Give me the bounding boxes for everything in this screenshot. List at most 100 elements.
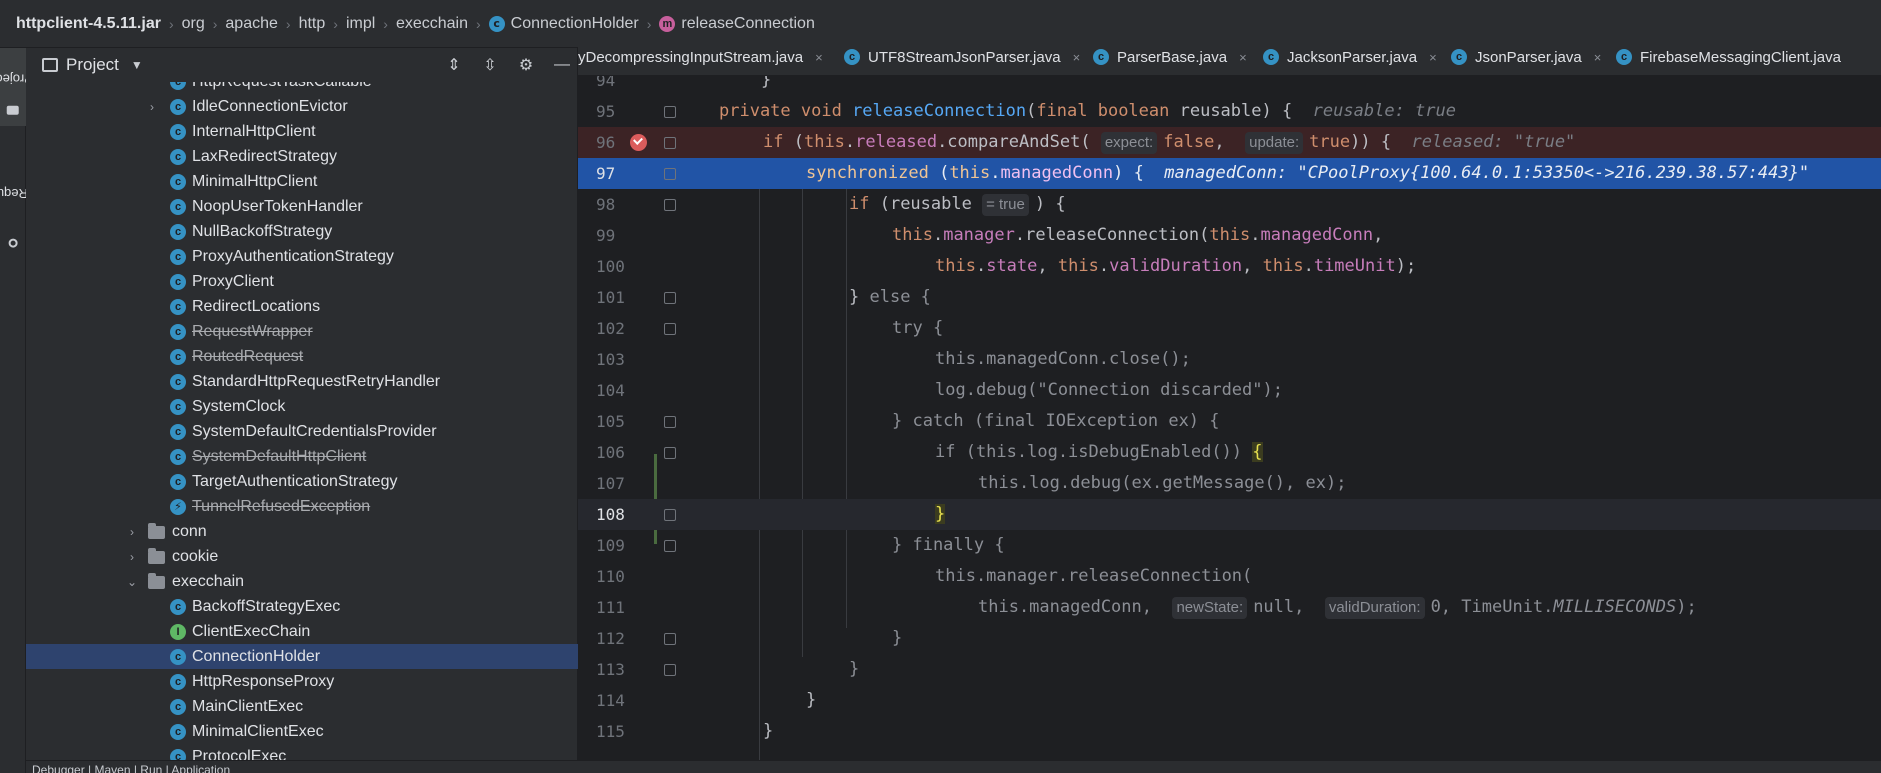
line-number: 99 (596, 226, 616, 245)
code-text: private void releaseConnection(final boo… (719, 101, 1456, 121)
code-line: 98 if (reusable = true) { (578, 189, 1881, 220)
breadcrumb-item-impl[interactable]: impl (346, 15, 375, 33)
close-icon[interactable]: × (1429, 50, 1437, 65)
chevron-down-icon[interactable]: ▼ (131, 58, 143, 72)
editor-tab[interactable]: c JacksonParser.java × (1263, 38, 1437, 75)
tree-class-row[interactable]: c LaxRedirectStrategy (26, 144, 578, 169)
collapse-all-icon[interactable]: ⇳ (481, 56, 499, 74)
tree-class-row[interactable]: c StandardHttpRequestRetryHandler (26, 369, 578, 394)
code-editor[interactable]: 94 } 95 private void releaseConnection(f… (578, 76, 1881, 760)
breadcrumb-item-org[interactable]: org (182, 15, 205, 33)
line-number: 105 (596, 412, 625, 431)
class-icon: c (170, 223, 186, 240)
tree-class-row[interactable]: c SystemDefaultHttpClient (26, 444, 578, 469)
tree-class-row[interactable]: c TargetAuthenticationStrategy (26, 469, 578, 494)
breadcrumb-item-class[interactable]: c ConnectionHolder (488, 15, 639, 33)
tree-folder-row[interactable]: › cookie (26, 544, 578, 569)
fold-marker-icon[interactable] (664, 416, 676, 428)
fold-marker-icon[interactable] (664, 509, 676, 521)
editor-tab[interactable]: c JsonParser.java × (1451, 38, 1602, 75)
project-panel-title[interactable]: Project (66, 55, 119, 75)
close-icon[interactable]: × (1239, 50, 1247, 65)
tree-class-row[interactable]: › c IdleConnectionEvictor (26, 94, 578, 119)
tree-class-row[interactable]: I ClientExecChain (26, 619, 578, 644)
tree-class-row[interactable]: c SystemClock (26, 394, 578, 419)
class-icon: c (1093, 49, 1109, 65)
minimize-icon[interactable]: — (553, 56, 571, 74)
tree-class-row[interactable]: c BackoffStrategyExec (26, 594, 578, 619)
debug-hint-reusable: reusable: true (1312, 101, 1456, 121)
gear-icon[interactable]: ⚙ (517, 56, 535, 74)
line-number: 111 (596, 598, 625, 617)
tree-class-row[interactable]: ⚡ TunnelRefusedException (26, 494, 578, 519)
breadcrumb-item-apache[interactable]: apache (225, 15, 278, 33)
code-line: 104 log.debug("Connection discarded"); (578, 375, 1881, 406)
code-line: 101 } else { (578, 282, 1881, 313)
breadcrumb-item-jar[interactable]: httpclient-4.5.11.jar (16, 15, 161, 33)
fold-marker-icon[interactable] (664, 168, 676, 180)
chevron-down-icon[interactable]: ⌄ (126, 575, 138, 589)
code-line: 99 this.manager.releaseConnection(this.m… (578, 220, 1881, 251)
breadcrumb-item-method[interactable]: m releaseConnection (659, 15, 815, 33)
fold-marker-icon[interactable] (664, 292, 676, 304)
tree-item-label: NoopUserTokenHandler (192, 197, 363, 215)
tree-class-row[interactable]: c SystemDefaultCredentialsProvider (26, 419, 578, 444)
tree-class-row[interactable]: c ProxyClient (26, 269, 578, 294)
tree-class-row[interactable]: c RoutedRequest (26, 344, 578, 369)
tree-folder-row[interactable]: › conn (26, 519, 578, 544)
tree-class-row[interactable]: c NullBackoffStrategy (26, 219, 578, 244)
code-text: } else { (849, 287, 931, 307)
tree-class-row[interactable]: c MinimalClientExec (26, 719, 578, 744)
tree-item-label: RequestWrapper (192, 322, 313, 340)
close-icon[interactable]: × (815, 50, 823, 65)
fold-marker-icon[interactable] (664, 664, 676, 676)
tree-class-row[interactable]: c HttpRequestTaskCallable (26, 82, 578, 94)
code-text: } (720, 76, 772, 90)
tree-class-row[interactable]: c ConnectionHolder (26, 644, 578, 669)
tree-folder-row[interactable]: ⌄ execchain (26, 569, 578, 594)
tree-class-row[interactable]: c MainClientExec (26, 694, 578, 719)
fold-marker-icon[interactable] (664, 447, 676, 459)
class-icon: c (170, 248, 186, 265)
tool-tab-pull-requests[interactable]: Pull Requests (0, 140, 53, 260)
tree-item-label: MinimalHttpClient (192, 172, 318, 190)
line-number: 101 (596, 288, 625, 307)
chevron-right-icon[interactable]: › (126, 525, 138, 539)
class-icon: c (170, 198, 186, 215)
fold-marker-icon[interactable] (664, 540, 676, 552)
fold-marker-icon[interactable] (664, 199, 676, 211)
expand-all-icon[interactable]: ⇕ (445, 56, 463, 74)
tree-class-row[interactable]: c MinimalHttpClient (26, 169, 578, 194)
bottom-tool-bar: Debugger | Maven | Run | Application (26, 760, 1881, 773)
line-number: 104 (596, 381, 625, 400)
breadcrumb-item-http[interactable]: http (299, 15, 326, 33)
fold-marker-icon[interactable] (664, 633, 676, 645)
editor-tab-label: JacksonParser.java (1287, 48, 1418, 66)
code-line: 114 } (578, 685, 1881, 716)
editor-tab[interactable]: cFirebaseMessagingClient.java× (1616, 38, 1841, 75)
code-text: this.managedConn.close(); (935, 349, 1191, 369)
tree-class-row[interactable]: c RedirectLocations (26, 294, 578, 319)
tool-tab-project[interactable]: Project (0, 48, 33, 126)
tree-class-row[interactable]: c InternalHttpClient (26, 119, 578, 144)
editor-tab[interactable]: yDecompressingInputStream.java × (578, 38, 823, 75)
breadcrumb-item-execchain[interactable]: execchain (396, 15, 468, 33)
tree-item-label: ProxyClient (192, 272, 274, 290)
code-text: } (806, 690, 817, 710)
close-icon[interactable]: × (1594, 50, 1602, 65)
line-number: 102 (596, 319, 625, 338)
chevron-right-icon[interactable]: › (146, 100, 158, 114)
fold-marker-icon[interactable] (664, 106, 676, 118)
close-icon[interactable]: × (1073, 50, 1081, 65)
code-text: } (849, 659, 860, 679)
tree-class-row[interactable]: c NoopUserTokenHandler (26, 194, 578, 219)
editor-tab[interactable]: c UTF8StreamJsonParser.java × (844, 38, 1081, 75)
fold-marker-icon[interactable] (664, 323, 676, 335)
fold-marker-icon[interactable] (664, 137, 676, 149)
tree-class-row[interactable]: c RequestWrapper (26, 319, 578, 344)
chevron-right-icon[interactable]: › (126, 550, 138, 564)
editor-tab[interactable]: c ParserBase.java × (1093, 38, 1247, 75)
tree-class-row[interactable]: c HttpResponseProxy (26, 669, 578, 694)
tree-class-row[interactable]: c ProxyAuthenticationStrategy (26, 244, 578, 269)
breakpoint-icon[interactable] (630, 134, 647, 151)
